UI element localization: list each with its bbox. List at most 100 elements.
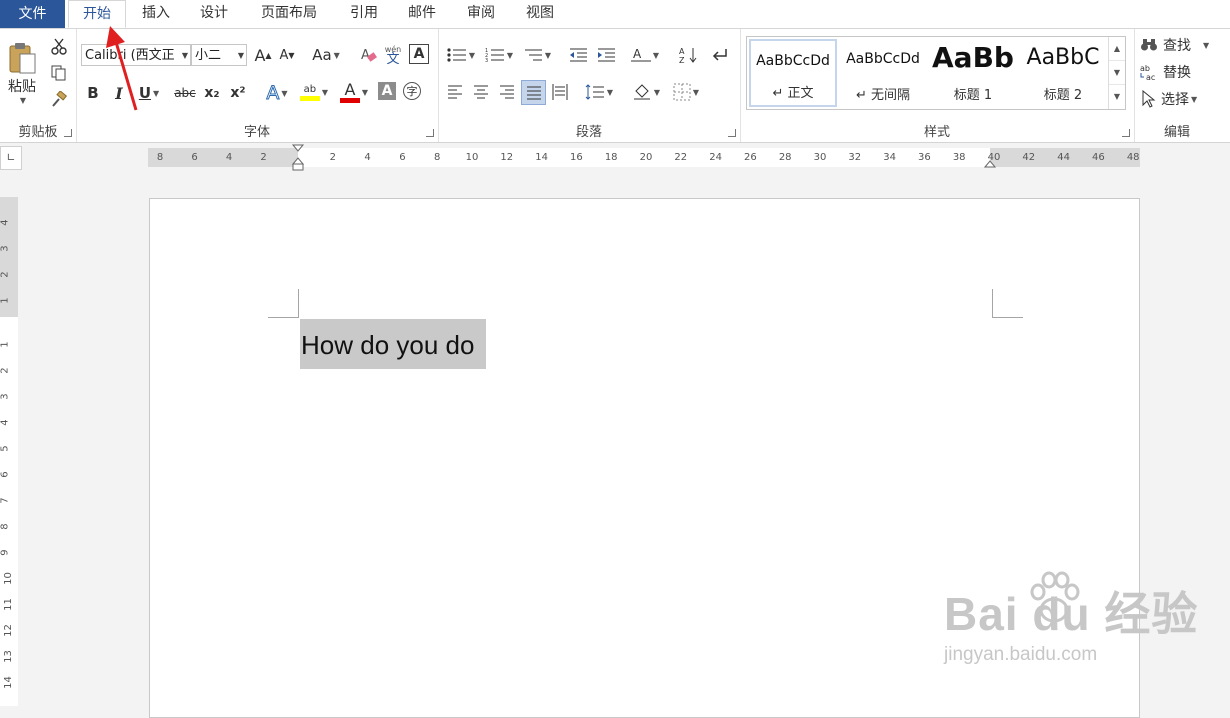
tab-home[interactable]: 开始 <box>68 0 126 28</box>
distributed-button[interactable] <box>549 81 571 103</box>
text-effects-icon: A <box>266 82 280 105</box>
character-shading-button[interactable]: A <box>378 82 396 100</box>
paint-bucket-icon <box>633 84 650 100</box>
borders-button[interactable]: ▼ <box>668 81 704 103</box>
ruler-tick: 6 <box>0 471 11 478</box>
font-color-icon: A <box>339 81 360 103</box>
font-name-box[interactable]: Calibri (西文正 ▼ <box>81 44 191 66</box>
phonetic-guide-button[interactable]: wén 文 <box>382 42 404 68</box>
styles-dialog-launcher[interactable] <box>1122 129 1130 137</box>
ruler-tick: 12 <box>2 624 14 637</box>
clear-formatting-button[interactable]: A <box>358 44 380 66</box>
show-marks-button[interactable] <box>708 44 732 66</box>
paragraph-shading-button[interactable]: ▼ <box>628 81 664 103</box>
bullets-button[interactable]: ▼ <box>444 44 478 66</box>
highlight-button[interactable]: ab ▼ <box>296 79 332 105</box>
increase-indent-icon <box>598 48 615 62</box>
underline-button[interactable]: U ▼ <box>134 81 164 105</box>
font-name-value: Calibri (西文正 <box>85 48 175 63</box>
strikethrough-button[interactable]: abc <box>172 81 198 105</box>
font-size-box[interactable]: 小二 ▼ <box>191 44 247 66</box>
svg-text:ab: ab <box>1140 64 1150 73</box>
style-heading-1-name: 标题 1 <box>953 88 993 103</box>
paragraph-group: ▼ 123 ▼ ▼ A ▼ A Z ▼ ▼ ▼ 段落 <box>438 29 741 142</box>
ruler-tick: 32 <box>848 152 862 163</box>
font-color-button[interactable]: A ▼ <box>336 79 372 105</box>
format-painter-button[interactable] <box>48 89 70 111</box>
paste-button[interactable]: 粘贴 ▼ <box>4 35 40 111</box>
chevron-down-icon: ▼ <box>181 51 188 60</box>
character-border-button[interactable]: A <box>409 44 429 64</box>
ruler-tick: 1 <box>0 297 11 304</box>
ruler-left-margin <box>148 148 298 167</box>
horizontal-ruler[interactable]: 8 6 4 2 2 4 6 8 10 12 14 16 18 20 22 24 26 28 30 32 34 36 38 40… <box>148 144 1140 171</box>
gallery-scroll-down-button[interactable]: ▼ <box>1109 61 1125 85</box>
ruler-tick: 28 <box>778 152 792 163</box>
svg-text:3: 3 <box>485 58 488 63</box>
grow-font-button[interactable]: A ▲ <box>252 44 274 66</box>
font-color-swatch <box>339 97 360 103</box>
clipboard-dialog-launcher[interactable] <box>64 129 72 137</box>
paragraph-dialog-launcher[interactable] <box>728 129 736 137</box>
cut-button[interactable] <box>48 35 70 57</box>
svg-text:ac: ac <box>1146 73 1155 81</box>
text-effects-button[interactable]: A ▼ <box>260 81 294 105</box>
tab-insert[interactable]: 插入 <box>130 0 182 28</box>
bold-button[interactable]: B <box>82 81 104 105</box>
tab-page-layout[interactable]: 页面布局 <box>250 0 328 28</box>
justify-button[interactable] <box>521 80 546 105</box>
enclose-characters-button[interactable]: 字 <box>403 82 421 100</box>
style-no-spacing[interactable]: AaBbCcDd ↵ 无间隔 <box>839 39 927 107</box>
tab-design[interactable]: 设计 <box>188 0 240 28</box>
crop-mark-top-right <box>992 289 1023 318</box>
ruler-tick: 2 <box>0 271 11 278</box>
tab-view[interactable]: 视图 <box>514 0 566 28</box>
sort-button[interactable]: AZ <box>676 44 700 66</box>
gallery-scroll-up-button[interactable]: ▲ <box>1109 37 1125 61</box>
tab-file[interactable]: 文件 <box>0 0 65 28</box>
font-dialog-launcher[interactable] <box>426 129 434 137</box>
ruler-tick: 44 <box>1057 152 1070 163</box>
ruler-tick: 38 <box>952 152 966 163</box>
chevron-down-icon: ▼ <box>153 88 160 98</box>
style-normal[interactable]: AaBbCcDd ↵ 正文 <box>749 39 837 107</box>
chevron-down-icon: ▼ <box>281 88 288 98</box>
sort-icon: AZ <box>679 47 697 64</box>
vertical-ruler[interactable]: 4 3 2 1 1 2 3 4 5 6 7 8 9 10 11 12 13 14 <box>0 197 18 706</box>
tab-mailings[interactable]: 邮件 <box>396 0 448 28</box>
crop-mark-top-left <box>268 289 299 318</box>
style-heading-2[interactable]: AaBbC 标题 2 <box>1019 39 1107 107</box>
decrease-indent-button[interactable] <box>566 44 590 66</box>
selected-document-text[interactable]: How do you do <box>300 319 487 369</box>
subscript-button[interactable]: x₂ <box>200 81 224 105</box>
increase-indent-button[interactable] <box>594 44 618 66</box>
tab-stop-selector[interactable]: ∟ <box>0 146 22 170</box>
ribbon-tab-bar: 文件 开始 插入 设计 页面布局 引用 邮件 审阅 视图 <box>0 0 1230 29</box>
replace-button[interactable]: ab ac 替换 <box>1140 61 1218 83</box>
change-case-button[interactable]: Aa ▼ <box>308 44 344 66</box>
align-center-button[interactable] <box>470 81 492 103</box>
style-heading-1[interactable]: AaBb 标题 1 <box>929 39 1017 107</box>
copy-button[interactable] <box>48 62 70 84</box>
font-group: Calibri (西文正 ▼ 小二 ▼ A ▲ A ▼ Aa ▼ A wén 文 A … <box>76 29 439 142</box>
strikethrough-icon: abc <box>174 86 196 100</box>
line-spacing-icon <box>585 84 604 100</box>
tab-references[interactable]: 引用 <box>338 0 390 28</box>
multilevel-list-button[interactable]: ▼ <box>520 44 554 66</box>
styles-gallery: AaBbCcDd ↵ 正文 AaBbCcDd ↵ 无间隔 AaBb 标题 1 A… <box>746 36 1126 110</box>
numbering-button[interactable]: 123 ▼ <box>482 44 516 66</box>
gallery-more-button[interactable]: ▼ <box>1109 85 1125 109</box>
align-left-button[interactable] <box>444 81 466 103</box>
tab-review[interactable]: 审阅 <box>455 0 507 28</box>
shrink-font-button[interactable]: A ▼ <box>276 44 298 66</box>
text-direction-button[interactable]: A ▼ <box>628 44 662 66</box>
select-button[interactable]: 选择 ▼ <box>1140 88 1218 110</box>
phonetic-guide-char: 文 <box>386 52 400 67</box>
align-right-button[interactable] <box>496 81 518 103</box>
style-no-spacing-sample: AaBbCcDd <box>846 51 920 67</box>
italic-button[interactable]: I <box>108 81 130 105</box>
find-button[interactable]: 查找 ▼ <box>1140 34 1218 56</box>
superscript-button[interactable]: x² <box>226 81 250 105</box>
line-spacing-button[interactable]: ▼ <box>582 81 616 103</box>
indent-markers-icon[interactable] <box>291 144 305 172</box>
